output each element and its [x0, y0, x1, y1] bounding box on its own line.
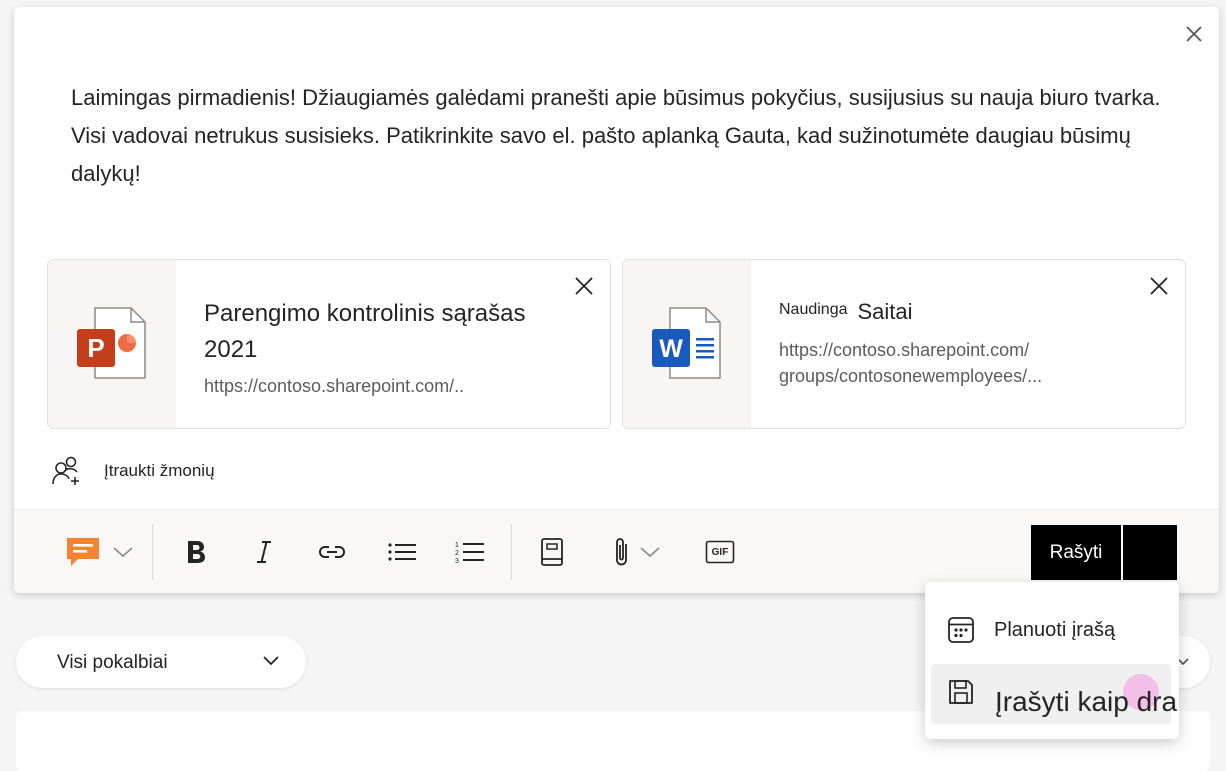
- attachment-title: Naudinga Saitai: [779, 294, 913, 330]
- add-people-button[interactable]: Įtraukti žmonių: [52, 455, 215, 487]
- chevron-down-icon: [640, 547, 660, 558]
- conversation-filter-label: Visi pokalbiai: [57, 652, 168, 673]
- italic-icon: [257, 541, 271, 563]
- attachment-url: https://contoso.sharepoint.com/..: [204, 376, 465, 396]
- attachment-card-word[interactable]: W Naudinga Saitai https://contoso.sharepo…: [622, 259, 1186, 429]
- gif-button[interactable]: GIF: [700, 532, 740, 572]
- remove-attachment-icon[interactable]: [1149, 276, 1169, 296]
- attachment-card-powerpoint[interactable]: P Parengimo kontrolinis sąrašas 2021 htt…: [47, 259, 611, 429]
- menu-item-save-draft[interactable]: Įrašyti kaip drab: [931, 664, 1179, 724]
- toolbar-separator: [511, 524, 512, 580]
- svg-text:P: P: [87, 333, 104, 363]
- toolbar-separator: [152, 524, 153, 580]
- menu-item-label: Įrašyti kaip drab: [995, 686, 1179, 717]
- word-icon: W: [652, 307, 721, 379]
- menu-item-label: Planuoti įrašą: [994, 619, 1116, 641]
- remove-attachment-icon[interactable]: [574, 276, 594, 296]
- notebook-icon: [541, 538, 563, 566]
- svg-text:2: 2: [455, 550, 459, 557]
- post-options-button[interactable]: [1123, 525, 1177, 580]
- numbered-list-button[interactable]: 1 2 3: [450, 532, 490, 572]
- chevron-down-icon: [263, 656, 279, 666]
- bullet-list-button[interactable]: [382, 532, 422, 572]
- gif-icon-text: GIF: [711, 546, 729, 558]
- close-icon[interactable]: [1183, 23, 1205, 45]
- italic-button[interactable]: [244, 532, 284, 572]
- post-composer: Laimingas pirmadienis! Džiaugiamės galėd…: [14, 7, 1219, 593]
- attachment-title: Parengimo kontrolinis sąrašas 2021: [204, 300, 526, 363]
- link-icon: [319, 546, 345, 558]
- attachment-title-main: Saitai: [857, 299, 913, 324]
- calendar-icon: [948, 617, 974, 643]
- message-type-icon: [67, 538, 99, 566]
- menu-item-schedule-post[interactable]: Planuoti įrašą: [931, 600, 1171, 660]
- attachment-url-line-1: https://contoso.sharepoint.com/: [779, 340, 1030, 360]
- save-icon: [949, 680, 973, 704]
- svg-text:3: 3: [455, 558, 459, 564]
- svg-text:W: W: [659, 335, 683, 363]
- add-people-icon: [52, 456, 79, 485]
- message-body[interactable]: Laimingas pirmadienis! Džiaugiamės galėd…: [71, 79, 1186, 193]
- powerpoint-icon: P: [77, 307, 146, 379]
- formatting-toolbar: 1 2 3 GIF Rašyti: [14, 509, 1219, 593]
- post-button[interactable]: Rašyti: [1031, 525, 1121, 580]
- bullet-list-icon: [388, 543, 416, 561]
- attach-icon: [616, 538, 627, 566]
- bold-button[interactable]: [176, 532, 216, 572]
- bold-icon: [188, 541, 205, 563]
- add-people-label: Įtraukti žmonių: [104, 461, 215, 480]
- numbered-list-icon: 1 2 3: [455, 542, 484, 564]
- svg-text:1: 1: [455, 542, 459, 549]
- attach-button[interactable]: [606, 532, 668, 572]
- message-type-button[interactable]: [62, 532, 136, 572]
- attachment-url-line-2: groups/contosonewemployees/...: [779, 366, 1043, 386]
- post-options-menu: Planuoti įrašą Įrašyti kaip drab: [925, 582, 1179, 739]
- chevron-down-icon: [113, 547, 133, 558]
- attachment-thumbnail: P: [48, 260, 176, 428]
- attachment-thumbnail: W: [623, 260, 751, 428]
- notebook-button[interactable]: [532, 532, 572, 572]
- conversation-filter-dropdown[interactable]: Visi pokalbiai: [16, 636, 306, 688]
- link-button[interactable]: [312, 532, 352, 572]
- attachment-title-prefix: Naudinga: [779, 301, 848, 318]
